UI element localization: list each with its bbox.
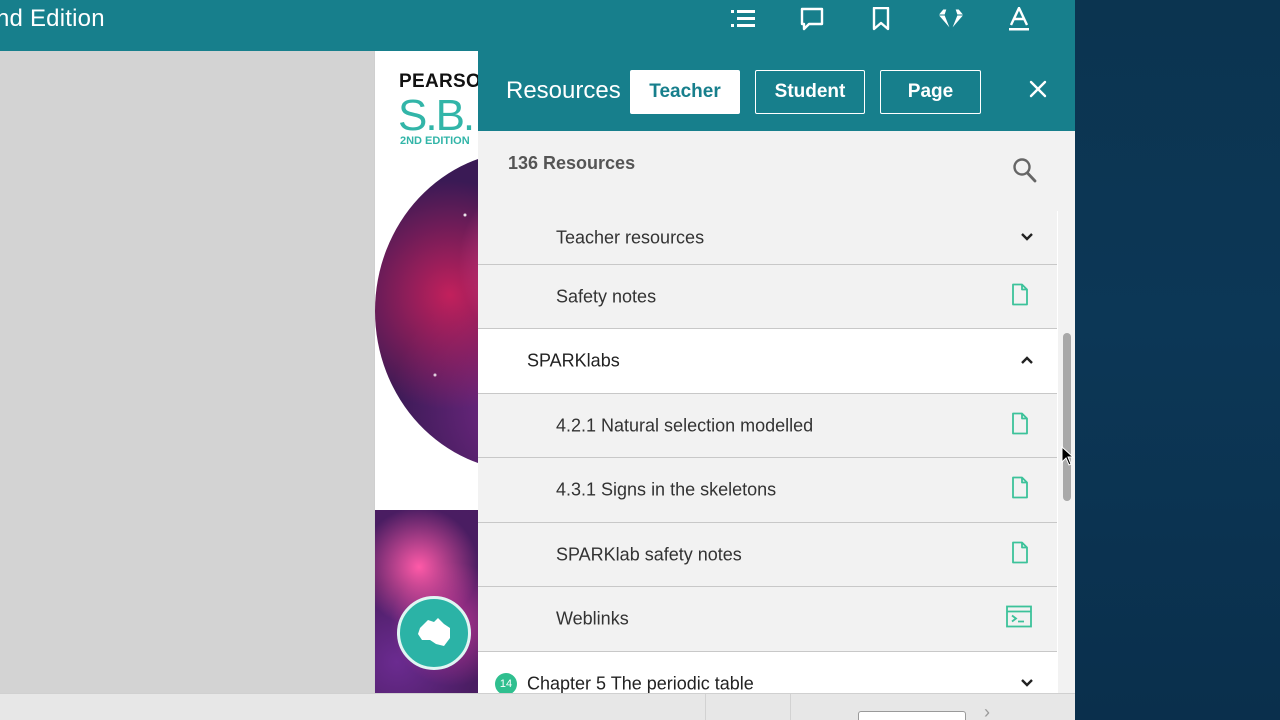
list-item-safety-notes[interactable]: Safety notes [478, 265, 1057, 329]
list-item-label: Safety notes [556, 286, 657, 306]
resource-count-bar: 136 Resources [478, 131, 1075, 211]
resources-panel: Resources Teacher Student Page 136 Resou… [478, 51, 1075, 693]
comment-icon[interactable] [794, 6, 830, 32]
chapter-number-badge: 14 [495, 672, 517, 693]
list-item-natural-selection[interactable]: 4.2.1 Natural selection modelled [478, 394, 1057, 458]
document-icon [1011, 476, 1029, 504]
bookmark-icon[interactable] [863, 6, 899, 32]
list-group-label: Chapter 5 The periodic table [527, 673, 754, 693]
panel-title: Resources [506, 77, 621, 104]
page-number-input[interactable] [858, 711, 966, 720]
list-item-sparklab-safety-notes[interactable]: SPARKlab safety notes [478, 523, 1057, 587]
text-style-icon[interactable] [1001, 6, 1037, 32]
bottom-bar: › [0, 693, 1075, 720]
list-item-weblinks[interactable]: Weblinks [478, 587, 1057, 652]
resource-list: Teacher resources Safety notes SPARKlabs… [478, 211, 1058, 693]
list-item-label: Weblinks [556, 608, 629, 629]
list-item-label: Teacher resources [556, 227, 705, 247]
scrollbar-thumb[interactable] [1063, 333, 1071, 501]
tab-student[interactable]: Student [755, 70, 865, 114]
list-item-label: SPARKlab safety notes [556, 544, 742, 564]
desktop-background [1075, 0, 1280, 720]
book-cover: PEARSO S.B. 2ND EDITION [374, 51, 478, 693]
edition-label: 2ND EDITION [400, 135, 470, 147]
document-icon [1011, 283, 1029, 310]
list-group-sparklabs[interactable]: SPARKlabs [478, 329, 1057, 394]
bottom-bar-divider [790, 694, 791, 720]
close-icon[interactable] [1026, 77, 1050, 101]
document-icon [1011, 541, 1029, 568]
tab-teacher[interactable]: Teacher [630, 70, 740, 114]
mouse-cursor-icon [1061, 446, 1075, 466]
publisher-logo: PEARSO [399, 71, 478, 92]
weblink-icon [1006, 605, 1032, 633]
bottom-bar-divider [705, 694, 706, 720]
australian-curriculum-badge [397, 596, 471, 670]
table-of-contents-icon[interactable] [725, 6, 761, 32]
series-title: S.B. [398, 91, 475, 140]
list-group-label: SPARKlabs [527, 350, 620, 371]
reader-background [0, 51, 374, 693]
top-toolbar: nd Edition [0, 0, 1075, 51]
app-window: nd Edition PEARSO S.B. 2ND EDITION Resou… [0, 0, 1075, 720]
list-item-label: 4.3.1 Signs in the skeletons [556, 479, 777, 500]
chevron-up-icon[interactable] [1020, 352, 1034, 370]
tab-page[interactable]: Page [880, 70, 981, 114]
list-item-teacher-resources[interactable]: Teacher resources [478, 211, 1057, 265]
app-title: nd Edition [0, 5, 105, 32]
panel-header: Resources Teacher Student Page [478, 51, 1075, 131]
chevron-down-icon[interactable] [1020, 229, 1034, 247]
cover-image-nebula [375, 151, 478, 471]
search-icon[interactable] [1012, 157, 1038, 185]
diamond-icon[interactable] [933, 6, 969, 32]
chevron-down-icon[interactable] [1020, 675, 1034, 693]
list-item-signs-in-skeletons[interactable]: 4.3.1 Signs in the skeletons [478, 458, 1057, 523]
next-page-icon[interactable]: › [984, 702, 990, 720]
list-item-label: 4.2.1 Natural selection modelled [556, 415, 814, 435]
list-group-chapter-5[interactable]: 14 Chapter 5 The periodic table [478, 652, 1057, 693]
resource-count: 136 Resources [508, 153, 636, 173]
document-icon [1011, 412, 1029, 439]
